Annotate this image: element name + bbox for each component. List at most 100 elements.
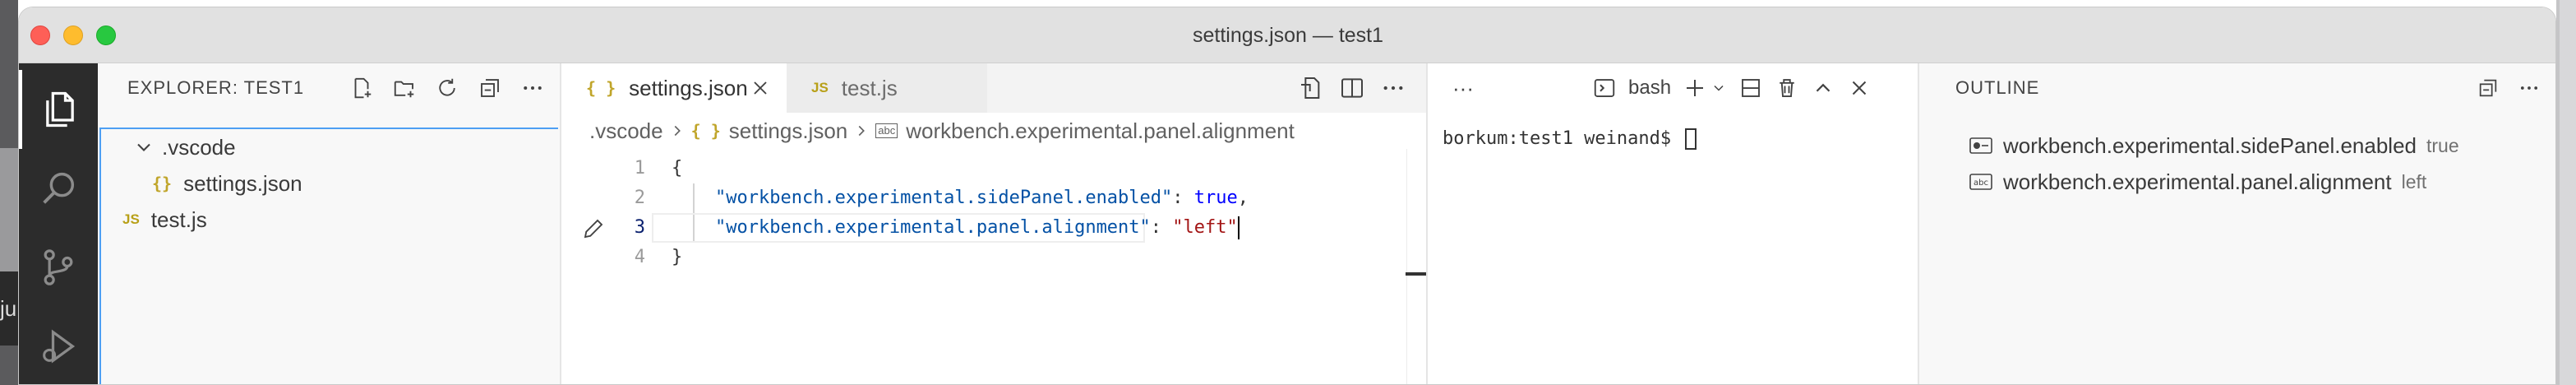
more-icon[interactable] — [1380, 75, 1406, 101]
activity-run-debug[interactable] — [19, 307, 98, 384]
tree-item-test-js[interactable]: JS test.js — [98, 202, 561, 238]
line-number: 1 — [634, 158, 645, 179]
collapse-all-icon[interactable] — [2477, 77, 2500, 100]
collapse-all-icon — [481, 79, 499, 97]
outline-title: OUTLINE — [1955, 77, 2040, 98]
terminal-output[interactable]: borkum:test1 weinand$ — [1443, 124, 1697, 154]
activity-explorer[interactable] — [19, 70, 98, 149]
tab-label: settings.json — [629, 75, 748, 100]
maximize-panel-icon[interactable] — [1811, 76, 1835, 100]
outline-item[interactable]: abc workbench.experimental.panel.alignme… — [1919, 164, 2555, 200]
search-icon — [43, 172, 75, 204]
tab-label: test.js — [841, 75, 898, 100]
files-icon — [46, 91, 74, 128]
terminal-prompt: borkum:test1 weinand$ — [1443, 128, 1683, 149]
tab-test-js[interactable]: JS test.js — [787, 63, 987, 113]
code-line-3: 3 "workbench.experimental.panel.alignmen… — [561, 213, 1426, 243]
explorer-sidebar: EXPLORER: TEST1 .vscode {} settings.json… — [98, 63, 561, 384]
chevron-down-icon[interactable] — [1710, 76, 1727, 100]
file-tree: .vscode {} settings.json JS test.js — [98, 128, 561, 384]
json-file-icon: { } — [690, 121, 721, 141]
terminal-panel: ··· bash borkum:test1 weinand$ — [1426, 63, 1918, 384]
code-editor[interactable]: 1 { 2 "workbench.experimental.sidePanel.… — [561, 154, 1426, 384]
terminal-shell-label[interactable]: bash — [1628, 77, 1671, 100]
close-icon[interactable] — [749, 77, 772, 100]
outline-item-label: workbench.experimental.panel.alignment — [2003, 169, 2392, 194]
new-folder-icon — [394, 81, 414, 98]
code-text: { — [672, 154, 682, 183]
tree-item-settings-json[interactable]: {} settings.json — [98, 165, 561, 202]
close-icon[interactable] — [1847, 76, 1872, 100]
code-token: true — [1193, 188, 1238, 208]
activity-search[interactable] — [19, 149, 98, 228]
activity-bar — [19, 63, 98, 384]
debug-icon — [43, 329, 76, 364]
terminal-toolbar: bash — [1592, 63, 1872, 113]
string-icon: abc — [1969, 174, 1992, 190]
json-file-icon: { } — [586, 78, 616, 98]
tree-item-label: settings.json — [183, 170, 302, 196]
title-bar[interactable]: settings.json — test1 — [19, 7, 2555, 63]
text-cursor — [1237, 216, 1240, 239]
outline-toolbar — [2477, 63, 2541, 113]
new-file-icon — [354, 77, 372, 99]
new-folder-button[interactable] — [389, 72, 420, 104]
refresh-button[interactable] — [432, 72, 463, 104]
code-token: "workbench.experimental.sidePanel.enable… — [714, 188, 1173, 208]
trash-icon[interactable] — [1775, 76, 1799, 100]
chevron-right-icon — [858, 125, 866, 137]
refresh-icon — [439, 78, 455, 96]
chevron-down-icon — [137, 143, 150, 151]
code-token: "left" — [1172, 217, 1238, 238]
code-token: : — [1172, 188, 1194, 208]
editor-scrollbar[interactable] — [1406, 149, 1427, 384]
code-line-2: 2 "workbench.experimental.sidePanel.enab… — [561, 183, 1426, 213]
window-title: settings.json — test1 — [1192, 24, 1384, 47]
svg-text:abc: abc — [1974, 179, 1988, 188]
breadcrumb-item-symbol[interactable]: workbench.experimental.panel.alignment — [906, 118, 1295, 144]
panel-more-button[interactable]: ··· — [1452, 75, 1485, 101]
line-number: 3 — [634, 217, 645, 238]
line-number: 4 — [634, 247, 645, 267]
tab-settings-json[interactable]: { } settings.json — [561, 63, 787, 113]
desktop-window-edge — [0, 148, 18, 271]
tree-item-vscode-folder[interactable]: .vscode — [98, 129, 561, 165]
window-shadow — [2556, 0, 2560, 385]
terminal-icon — [1594, 79, 1615, 97]
split-editor-icon[interactable] — [1339, 75, 1365, 101]
explorer-title: EXPLORER: TEST1 — [127, 77, 305, 98]
code-line-1: 1 { — [561, 154, 1426, 183]
outline-item-detail: true — [2426, 134, 2459, 156]
desktop-background-right — [2556, 0, 2576, 385]
terminal-header: ··· bash — [1428, 63, 1918, 113]
code-text: "workbench.experimental.sidePanel.enable… — [672, 183, 1249, 213]
editor-group: { } settings.json JS test.js .vscode { }… — [561, 63, 1427, 384]
collapse-all-button[interactable] — [474, 72, 506, 104]
code-token: { — [672, 158, 683, 179]
editor-toolbar — [1298, 63, 1406, 113]
code-token: "workbench.experimental.panel.alignment" — [714, 217, 1151, 238]
code-text: } — [672, 243, 682, 272]
line-number: 2 — [634, 188, 645, 208]
open-changes-icon[interactable] — [1298, 75, 1324, 101]
explorer-more-button[interactable] — [517, 72, 548, 104]
breadcrumb-item-folder[interactable]: .vscode — [589, 118, 663, 144]
outline-panel: OUTLINE workbench.experimental.sidePanel… — [1918, 63, 2555, 384]
editor-tab-bar: { } settings.json JS test.js — [561, 63, 1426, 113]
desktop-background-left: ju — [0, 0, 18, 385]
new-file-button[interactable] — [346, 72, 377, 104]
chevron-right-icon — [674, 125, 681, 137]
tree-item-label: test.js — [150, 206, 207, 232]
explorer-header: EXPLORER: TEST1 — [98, 63, 561, 113]
js-file-icon: JS — [122, 211, 140, 227]
more-icon[interactable] — [2518, 77, 2541, 100]
outline-item[interactable]: workbench.experimental.sidePanel.enabled… — [1919, 128, 2555, 164]
split-terminal-icon[interactable] — [1738, 76, 1763, 100]
code-token: } — [672, 247, 683, 267]
plus-icon[interactable] — [1683, 76, 1707, 100]
breadcrumb-item-file[interactable]: settings.json — [729, 118, 848, 144]
source-control-icon — [44, 249, 73, 285]
activity-source-control[interactable] — [19, 228, 98, 307]
